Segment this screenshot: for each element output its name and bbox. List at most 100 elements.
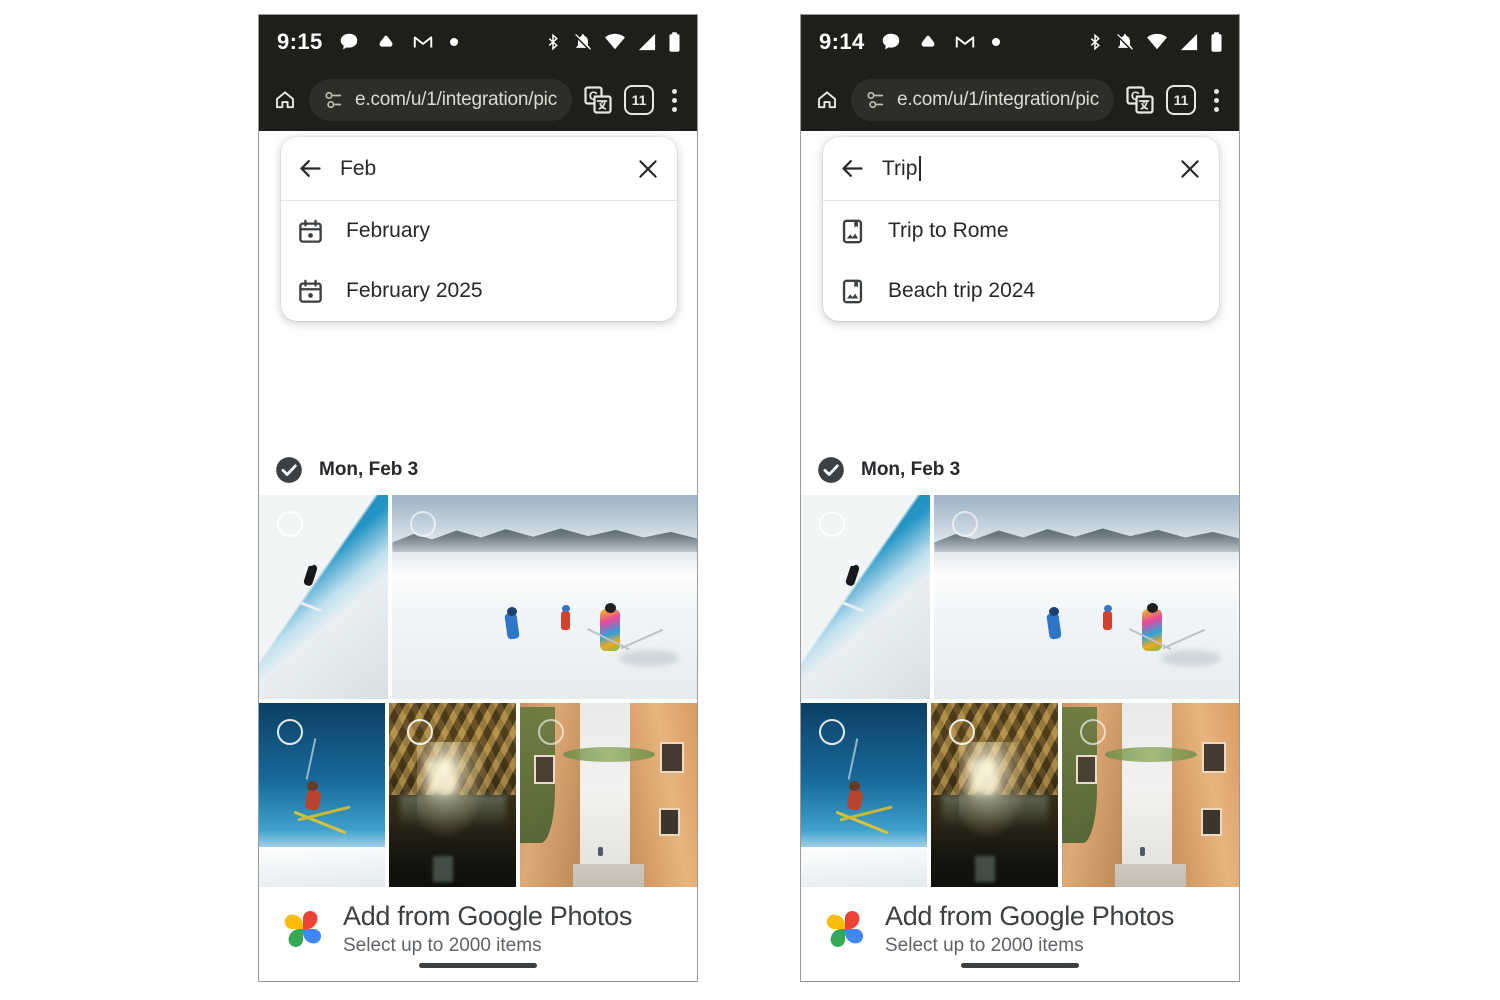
battery-icon [668,31,681,53]
photo-select-checkbox[interactable] [537,719,564,745]
search-bar[interactable]: Feb [281,137,677,201]
photo-select-checkbox[interactable] [1079,719,1106,745]
date-section-header: Mon, Feb 3 [259,445,697,495]
bottom-sheet-text: Add from Google Photos Select up to 2000 … [343,901,632,957]
ringer-muted-icon [1115,32,1135,52]
tab-switcher-button[interactable]: 11 [624,85,654,115]
close-icon[interactable] [1177,156,1203,182]
photo-artwork [392,495,697,699]
photo-skier-slope[interactable] [259,495,389,699]
wifi-icon [604,33,626,51]
address-bar[interactable]: e.com/u/1/integration/picker/s [309,79,572,121]
search-input-value: Trip [882,156,918,180]
back-arrow-icon[interactable] [297,155,324,182]
status-time: 9:15 [277,29,323,54]
date-select-all-checkbox[interactable] [817,456,845,484]
photo-select-checkbox[interactable] [277,719,303,745]
cell-signal-icon [637,33,657,51]
bottom-sheet-subtitle: Select up to 2000 items [885,935,1084,956]
search-input[interactable]: Trip [882,156,1161,181]
bottom-sheet-subtitle: Select up to 2000 items [343,935,542,956]
photo-select-checkbox[interactable] [819,719,845,745]
status-bar: 9:15 [259,15,697,69]
search-bar[interactable]: Trip [823,137,1219,201]
overflow-menu-icon[interactable] [1208,88,1225,112]
search-suggestion-label: Beach trip 2024 [888,279,1036,302]
dot-icon [449,37,459,47]
search-suggestion-item[interactable]: February 2025 [281,261,677,321]
photo-grid-row [259,495,697,699]
home-indicator[interactable] [419,963,537,968]
date-select-all-checkbox[interactable] [275,456,303,484]
google-photos-logo [823,907,867,951]
translate-icon[interactable]: G [1126,86,1154,114]
search-suggestion-item[interactable]: Beach trip 2024 [823,261,1219,321]
bluetooth-icon [544,32,562,52]
site-settings-icon[interactable] [865,90,887,110]
bottom-sheet: Add from Google Photos Select up to 2000 … [259,887,697,981]
bottom-sheet-title: Add from Google Photos [343,901,633,931]
photo-select-checkbox[interactable] [819,511,845,537]
photo-skier-slope[interactable] [801,495,931,699]
screenshot-stage: 9:15 e.com/u/1/integration/picker/s G 11 Mon… [0,0,1500,1000]
gmail-icon [954,31,976,53]
photo-artwork [934,495,1239,699]
tab-switcher-button[interactable]: 11 [1166,85,1196,115]
status-bar-left: 9:14 [819,29,1001,55]
battery-icon [1210,31,1223,53]
search-suggestion-item[interactable]: February [281,201,677,261]
wifi-icon [1146,33,1168,51]
search-suggestion-item[interactable]: Trip to Rome [823,201,1219,261]
status-bar-right [1086,15,1223,69]
search-suggestion-label: February 2025 [346,279,483,302]
search-suggestion-label: Trip to Rome [888,219,1009,242]
address-bar-url: e.com/u/1/integration/picker/s [897,89,1100,110]
dot-icon [991,37,1001,47]
album-icon [839,278,866,305]
browser-home-icon[interactable] [273,88,297,112]
phone-screenshot-right: 9:14 e.com/u/1/integration/picker/s G 11 Mon… [800,14,1240,982]
status-bar-right [544,15,681,69]
search-suggestions-card: Feb February February 2025 [281,137,677,321]
bottom-sheet-text: Add from Google Photos Select up to 2000 … [885,901,1174,957]
bottom-sheet: Add from Google Photos Select up to 2000 … [801,887,1239,981]
date-section-header: Mon, Feb 3 [801,445,1239,495]
google-photos-logo [281,907,325,951]
address-bar[interactable]: e.com/u/1/integration/picker/s [851,79,1114,121]
cell-signal-icon [1179,33,1199,51]
translate-icon[interactable]: G [584,86,612,114]
chat-bubble-icon [880,31,902,53]
address-bar-url: e.com/u/1/integration/picker/s [355,89,558,110]
status-bar-left: 9:15 [277,29,459,55]
picker-page: Mon, Feb 3 Feb February February 2025 Add fr… [259,131,697,981]
close-icon[interactable] [635,156,661,182]
search-input[interactable]: Feb [340,157,619,181]
photo-mountain-skiers[interactable] [934,495,1239,699]
photo-grid-row [801,495,1239,699]
gmail-icon [412,31,434,53]
status-bar: 9:14 [801,15,1239,69]
home-icon [375,31,397,53]
photo-mountain-skiers[interactable] [392,495,697,699]
photo-select-checkbox[interactable] [277,511,303,537]
date-label: Mon, Feb 3 [861,459,961,480]
text-cursor [919,156,922,181]
phone-screenshot-left: 9:15 e.com/u/1/integration/picker/s G 11 Mon… [258,14,698,982]
search-suggestion-label: February [346,219,431,242]
browser-home-icon[interactable] [815,88,839,112]
back-arrow-icon[interactable] [839,155,866,182]
album-icon [839,218,866,245]
browser-toolbar: e.com/u/1/integration/picker/s G 11 [259,69,697,131]
calendar-icon [297,218,324,245]
search-suggestions-card: Trip Trip to Rome Beach trip 2024 [823,137,1219,321]
chat-bubble-icon [338,31,360,53]
bottom-sheet-title: Add from Google Photos [885,901,1175,931]
home-indicator[interactable] [961,963,1079,968]
site-settings-icon[interactable] [323,90,345,110]
home-icon [917,31,939,53]
bluetooth-icon [1086,32,1104,52]
browser-toolbar: e.com/u/1/integration/picker/s G 11 [801,69,1239,131]
overflow-menu-icon[interactable] [666,88,683,112]
ringer-muted-icon [573,32,593,52]
search-input-value: Feb [340,156,377,180]
